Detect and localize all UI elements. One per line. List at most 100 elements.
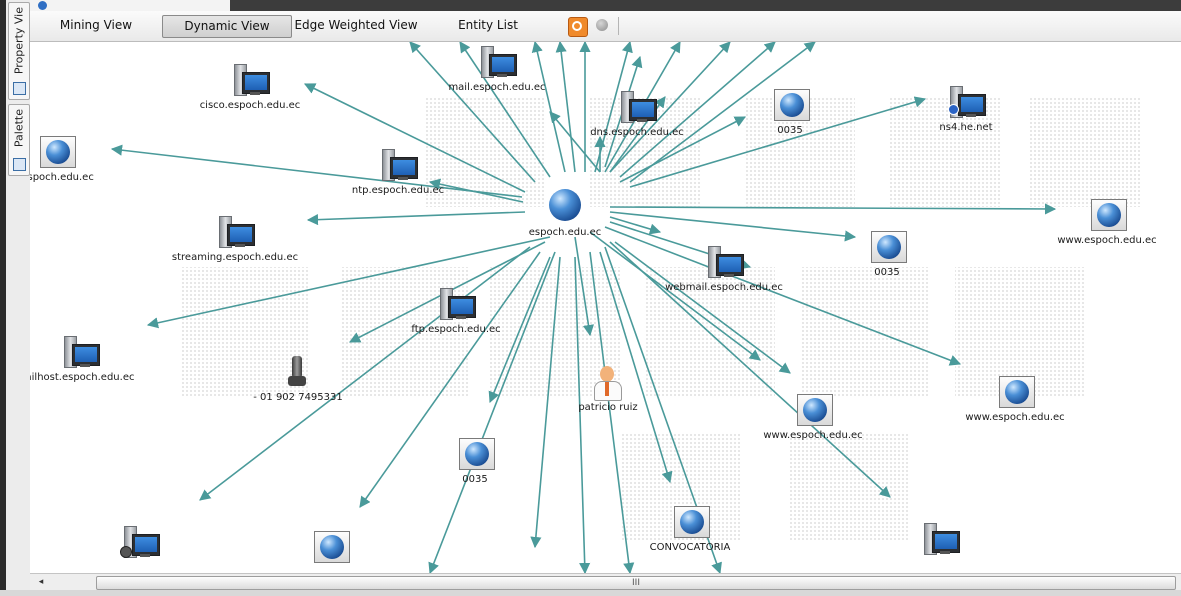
graph-node-label: CONVOCATORIA (649, 542, 731, 553)
graph-node-label: www.espoch.edu.ec (965, 412, 1065, 423)
person-icon (588, 366, 628, 401)
graph-node-label: streaming.espoch.edu.ec (171, 252, 299, 263)
graph-edge (110, 144, 523, 198)
website-icon (310, 531, 350, 565)
graph-node-label: webmail.espoch.edu.ec (665, 282, 783, 293)
website-icon (793, 394, 833, 428)
graph-node-mail[interactable]: mail.espoch.edu.ec (448, 46, 546, 93)
graph-node-bottom-mid[interactable] (310, 531, 350, 565)
graph-node-label: .espoch.edu.ec (30, 172, 94, 183)
palette-icon (13, 158, 26, 171)
website-icon (1087, 199, 1127, 233)
graph-node-www1[interactable]: www.espoch.edu.ec (1057, 199, 1157, 246)
graph-node-ip2[interactable]: 0035 (867, 231, 907, 278)
layout-settings-icon[interactable] (568, 17, 588, 37)
tab-edge-weighted-view[interactable]: Edge Weighted View (292, 15, 420, 36)
graph-node-center[interactable]: espoch.edu.ec (529, 189, 601, 238)
server-icon (60, 336, 100, 370)
graph-edge (531, 42, 566, 173)
website-icon (455, 438, 495, 472)
graph-edge (609, 203, 1057, 215)
graph-node-www3[interactable]: www.espoch.edu.ec (965, 376, 1065, 423)
graph-node-label: 0035 (462, 474, 488, 485)
domain-globe-icon (545, 189, 585, 223)
tab-palette[interactable]: Palette (8, 104, 30, 176)
graph-edge (530, 256, 561, 549)
website-icon (770, 89, 810, 123)
graph-node-bottom-right[interactable] (920, 523, 960, 557)
graph-node-label: www.espoch.edu.ec (1057, 235, 1157, 246)
graph-node-label: dns.espoch.edu.ec (590, 127, 684, 138)
toolbar-divider (618, 17, 619, 35)
horizontal-scrollbar[interactable]: ◂ III (30, 573, 1181, 591)
tab-property-view[interactable]: Property Vie (8, 2, 30, 100)
scrollbar-thumb[interactable]: III (96, 576, 1176, 590)
graph-node-ntp[interactable]: ntp.espoch.edu.ec (352, 149, 444, 196)
scrollbar-grip: III (632, 578, 640, 588)
graph-node-label: 0035 (874, 267, 900, 278)
mx-server-icon (120, 526, 160, 560)
graph-edge (574, 256, 591, 573)
nameserver-icon (946, 86, 986, 120)
document-tab[interactable] (30, 0, 230, 11)
graph-node-label: www.espoch.edu.ec (763, 430, 863, 441)
graph-node-ftp[interactable]: ftp.espoch.edu.ec (411, 288, 501, 335)
graph-node-phone[interactable]: - 01 902 7495331 (253, 356, 343, 403)
graph-node-www2[interactable]: www.espoch.edu.ec (763, 394, 863, 441)
window-bottom-edge (0, 590, 1181, 596)
tab-palette-label: Palette (12, 109, 26, 148)
graph-node-label: ftp.espoch.edu.ec (411, 324, 501, 335)
graph-edge (146, 236, 551, 329)
server-icon (436, 288, 476, 322)
graph-edge (609, 241, 891, 498)
phone-icon (278, 356, 318, 390)
graph-node-streaming[interactable]: streaming.espoch.edu.ec (172, 216, 298, 263)
graph-edge (306, 211, 526, 226)
server-icon (477, 46, 517, 80)
graph-node-label: espoch.edu.ec (528, 227, 602, 238)
server-icon (230, 64, 270, 98)
website-icon (670, 506, 710, 540)
graph-node-cisco[interactable]: cisco.espoch.edu.ec (200, 64, 300, 111)
website-icon (36, 136, 76, 170)
server-icon (378, 149, 418, 183)
graph-node-label: ntp.espoch.edu.ec (351, 185, 445, 196)
graph-node-ns4[interactable]: ns4.he.net (939, 86, 993, 133)
graph-node-label: 0035 (777, 125, 803, 136)
graph-edge (614, 241, 791, 374)
side-tab-bar: Property Vie Palette (6, 0, 31, 596)
website-icon (867, 231, 907, 265)
server-icon (704, 246, 744, 280)
scroll-left-icon[interactable]: ◂ (34, 576, 48, 589)
graph-node-label: mail.espoch.edu.ec (448, 82, 546, 93)
graph-node-ip3[interactable]: 0035 (455, 438, 495, 485)
graph-edge (555, 42, 576, 173)
graph-node-person[interactable]: patricio ruiz (578, 366, 638, 413)
website-icon (995, 376, 1035, 410)
graph-node-espoch-left[interactable]: .espoch.edu.ec (30, 136, 94, 183)
status-circle-icon[interactable] (596, 19, 608, 31)
graph-node-label: ailhost.espoch.edu.ec (30, 372, 135, 383)
property-view-icon (13, 82, 26, 95)
server-icon (215, 216, 255, 250)
graph-canvas[interactable]: espoch.edu.ec cisco.espoch.edu.ec mail.esp… (30, 42, 1181, 573)
graph-node-label: ns4.he.net (939, 122, 993, 133)
tab-property-view-label: Property Vie (12, 7, 26, 75)
graph-node-convocatoria[interactable]: CONVOCATORIA (650, 506, 730, 553)
graph-edges (110, 42, 1057, 573)
tab-entity-list[interactable]: Entity List (450, 15, 526, 36)
graph-node-label: - 01 902 7495331 (253, 392, 343, 403)
graph-node-mailhost[interactable]: ailhost.espoch.edu.ec (30, 336, 134, 383)
graph-node-dns[interactable]: dns.espoch.edu.ec (590, 91, 684, 138)
view-toolbar: Mining View Dynamic View Edge Weighted V… (30, 11, 1181, 42)
graph-node-webmail[interactable]: webmail.espoch.edu.ec (665, 246, 783, 293)
tab-dynamic-view[interactable]: Dynamic View (162, 15, 292, 38)
graph-node-label: patricio ruiz (578, 402, 638, 413)
tab-mining-view[interactable]: Mining View (50, 15, 142, 36)
graph-node-bottom-left[interactable] (120, 526, 160, 560)
server-icon (617, 91, 657, 125)
graph-node-ip1[interactable]: 0035 (770, 89, 810, 136)
graph-node-label: cisco.espoch.edu.ec (199, 100, 301, 111)
app-icon (38, 1, 47, 10)
server-icon (920, 523, 960, 557)
